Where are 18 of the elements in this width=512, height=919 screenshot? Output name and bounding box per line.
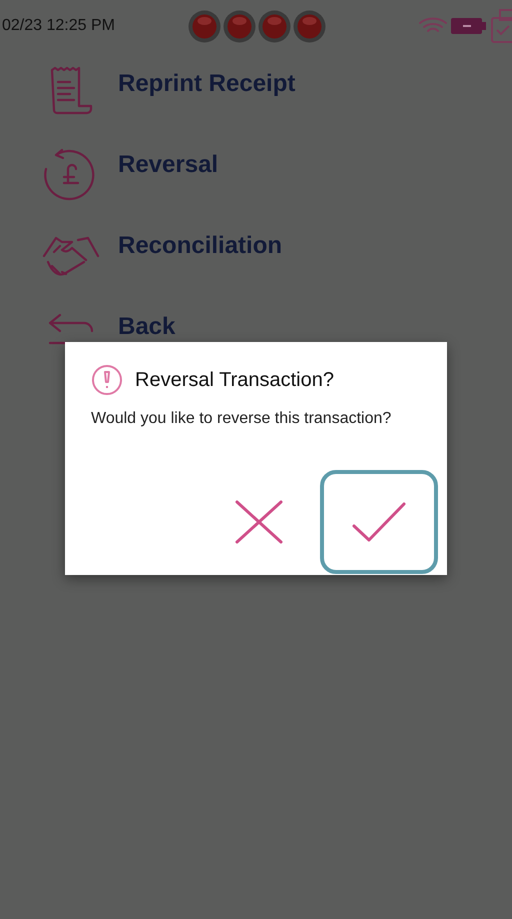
indicator-light-icon: [258, 10, 291, 42]
menu-item[interactable]: Reconciliation: [118, 226, 282, 260]
close-icon: [233, 498, 285, 546]
dialog-message: Would you like to reverse this transaction?: [91, 410, 392, 428]
menu-item[interactable]: Back: [118, 307, 176, 341]
menu-item[interactable]: Reprint Receipt: [118, 64, 296, 98]
clipboard-check-icon: [490, 8, 512, 44]
indicator-light-icon: [188, 10, 221, 42]
dialog-title: Reversal Transaction?: [135, 368, 334, 392]
status-time: 02/23 12:25 PM: [2, 17, 116, 35]
indicator-light-icon: [293, 10, 326, 42]
confirm-button[interactable]: [320, 470, 438, 574]
alert-icon: [91, 364, 123, 396]
back-arrow-icon: [48, 313, 94, 345]
indicator-light-icon: [223, 10, 256, 42]
check-icon: [351, 500, 407, 544]
battery-icon: [451, 17, 487, 35]
menu-item[interactable]: Reversal: [118, 145, 218, 179]
